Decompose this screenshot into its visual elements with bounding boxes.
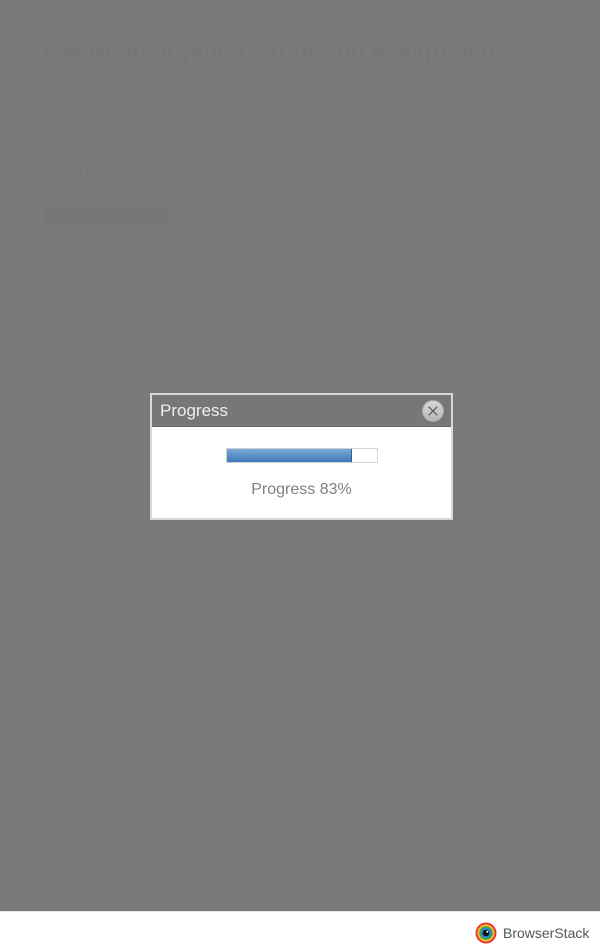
lightbox-header: Progress xyxy=(152,395,451,427)
lightbox-body: Progress 83% xyxy=(152,427,451,518)
section-title: Lightbox loading xyxy=(40,163,185,183)
page-content: The White Agency, Front-end assignment L… xyxy=(40,38,580,230)
lightbox-title: Progress xyxy=(160,401,229,420)
progress-lightbox: Progress Progress 83% xyxy=(150,393,453,520)
progress-text: Progress 83% xyxy=(251,481,352,498)
progress-bar xyxy=(226,448,378,463)
progress-bar-fill xyxy=(227,449,352,462)
browserstack-logo-icon xyxy=(475,922,497,944)
reset-light-box-button[interactable]: Reset the light box xyxy=(45,202,169,230)
close-button[interactable] xyxy=(422,400,444,422)
browserstack-brand: BrowserStack xyxy=(503,925,590,941)
browserstack-footer: BrowserStack xyxy=(0,911,600,950)
close-icon xyxy=(428,406,438,416)
page-title: The White Agency, Front-end assignment xyxy=(40,39,504,66)
